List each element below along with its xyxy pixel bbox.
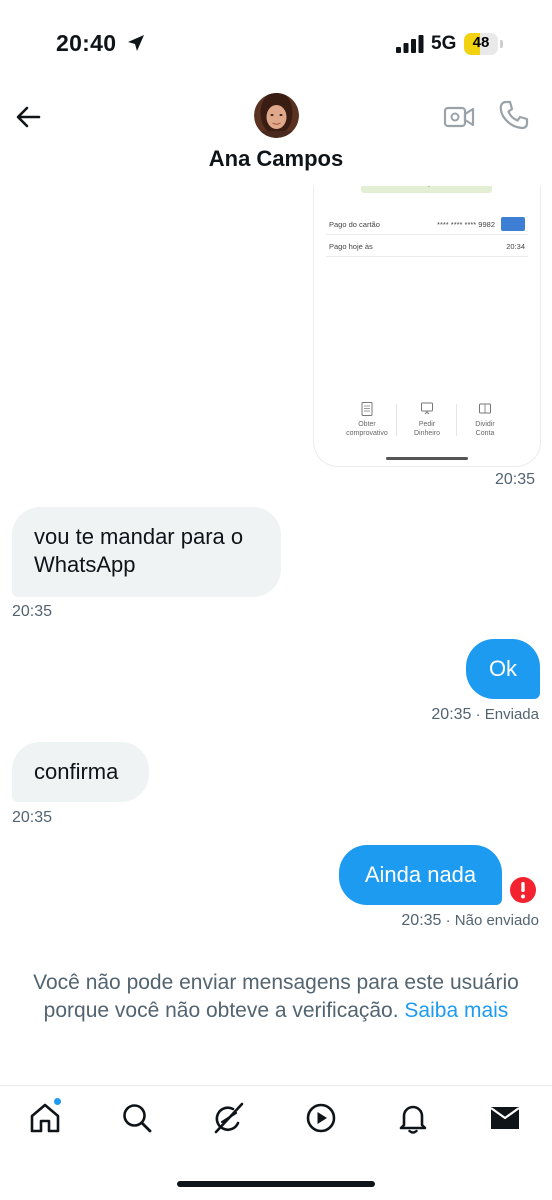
image-actions: Obter comprovativo Pedir Dinheiro Dividir C…	[314, 402, 540, 448]
image-paid-time: 20:34	[506, 242, 525, 251]
home-indicator	[177, 1181, 375, 1187]
learn-more-link[interactable]: Saiba mais	[404, 999, 508, 1022]
notice-line: porque você não obteve a verificação. Sa…	[43, 999, 509, 1022]
contact-name[interactable]: Ana Campos	[0, 146, 552, 172]
search-icon[interactable]	[120, 1101, 154, 1135]
verification-notice: Você não pode enviar mensagens para este…	[16, 969, 536, 1025]
split-bill-icon	[479, 403, 491, 414]
credit-card-icon	[501, 217, 525, 231]
notification-dot	[53, 1097, 62, 1106]
message-status: 20:35 · Não enviado	[401, 912, 539, 929]
money-request-icon	[421, 402, 433, 415]
image-action-request: Pedir Dinheiro	[397, 402, 457, 438]
message-text: Ainda nada	[364, 862, 477, 887]
image-message[interactable]: Pago Pago do cartão **** **** **** 9982 …	[314, 150, 540, 466]
network-type: 5G	[431, 33, 457, 54]
image-message-timestamp: 20:35	[495, 471, 536, 488]
incoming-message[interactable]: confirma	[12, 742, 149, 802]
message-text-line: vou te mandar para o	[34, 524, 244, 549]
image-card-row: Pago do cartão **** **** **** 9982	[329, 217, 525, 231]
error-alert-icon[interactable]	[509, 876, 537, 904]
cellular-signal-icon	[396, 35, 424, 53]
message-timestamp: 20:35	[12, 809, 53, 826]
chat-header: Ana Campos	[0, 86, 552, 186]
message-text-line: WhatsApp	[34, 552, 136, 577]
video-play-icon[interactable]	[304, 1101, 338, 1135]
image-home-indicator	[386, 457, 468, 460]
avatar[interactable]	[254, 93, 299, 138]
image-paid-row: Pago hoje às 20:34	[329, 242, 525, 251]
image-card-number: **** **** **** 9982	[437, 220, 495, 229]
messages-envelope-icon[interactable]	[488, 1101, 522, 1135]
status-bar: 20:40 5G 48	[0, 0, 552, 90]
battery-level: 48	[472, 34, 490, 51]
phone-icon[interactable]	[497, 98, 531, 132]
outgoing-message[interactable]: Ainda nada	[339, 845, 502, 905]
image-card-label: Pago do cartão	[329, 220, 380, 229]
incoming-message[interactable]: vou te mandar para o WhatsApp	[12, 507, 281, 597]
message-timestamp: 20:35	[12, 603, 53, 620]
location-arrow-icon	[128, 35, 144, 51]
message-text: confirma	[34, 759, 119, 784]
image-action-split: Dividir Conta	[455, 402, 515, 438]
document-icon	[361, 402, 373, 416]
image-paid-label: Pago hoje às	[329, 242, 373, 251]
outgoing-message[interactable]: Ok	[466, 639, 540, 699]
notifications-bell-icon[interactable]	[396, 1101, 430, 1135]
back-arrow-icon[interactable]	[12, 100, 46, 134]
notice-line: Você não pode enviar mensagens para este…	[33, 971, 519, 994]
video-camera-icon[interactable]	[442, 100, 476, 134]
home-icon[interactable]	[28, 1101, 62, 1135]
grok-icon[interactable]	[212, 1101, 246, 1135]
image-action-receipt: Obter comprovativo	[337, 402, 397, 438]
battery-icon: 48	[464, 33, 504, 55]
message-status: 20:35 · Enviada	[431, 706, 539, 723]
status-time: 20:40	[56, 30, 117, 56]
message-text: Ok	[488, 656, 518, 681]
